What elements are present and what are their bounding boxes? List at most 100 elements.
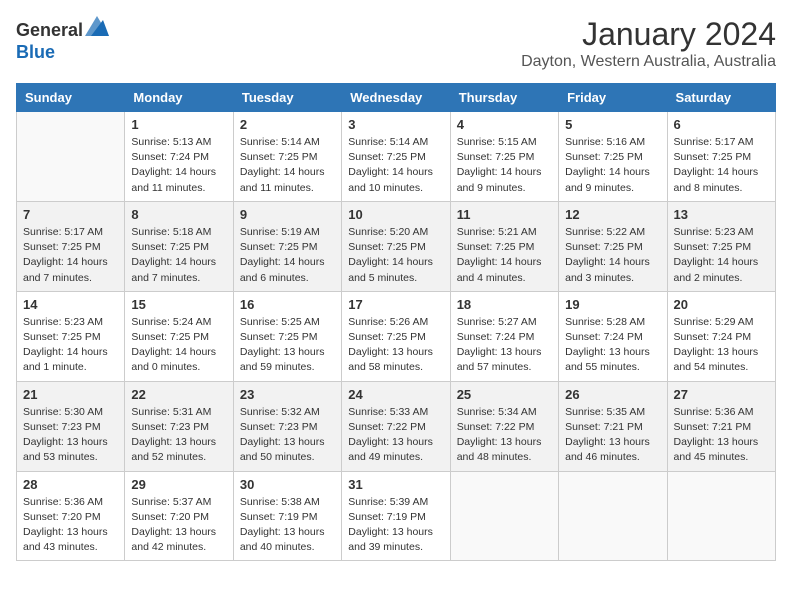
day-number: 9 xyxy=(240,207,335,222)
day-number: 6 xyxy=(674,117,769,132)
page-header: General Blue January 2024 Dayton, Wester… xyxy=(16,16,776,71)
calendar-day-cell: 31 Sunrise: 5:39 AMSunset: 7:19 PMDayligh… xyxy=(342,471,450,561)
day-number: 22 xyxy=(131,387,226,402)
day-number: 1 xyxy=(131,117,226,132)
day-number: 27 xyxy=(674,387,769,402)
day-info: Sunrise: 5:37 AMSunset: 7:20 PMDaylight:… xyxy=(131,495,226,556)
day-number: 24 xyxy=(348,387,443,402)
day-info: Sunrise: 5:38 AMSunset: 7:19 PMDaylight:… xyxy=(240,495,335,556)
weekday-header: Wednesday xyxy=(342,84,450,112)
calendar-day-cell: 15 Sunrise: 5:24 AMSunset: 7:25 PMDayligh… xyxy=(125,291,233,381)
calendar-day-cell: 13 Sunrise: 5:23 AMSunset: 7:25 PMDayligh… xyxy=(667,201,775,291)
weekday-header: Thursday xyxy=(450,84,558,112)
weekday-header: Tuesday xyxy=(233,84,341,112)
day-info: Sunrise: 5:33 AMSunset: 7:22 PMDaylight:… xyxy=(348,405,443,466)
day-info: Sunrise: 5:29 AMSunset: 7:24 PMDaylight:… xyxy=(674,315,769,376)
calendar-day-cell: 19 Sunrise: 5:28 AMSunset: 7:24 PMDayligh… xyxy=(559,291,667,381)
calendar-day-cell: 30 Sunrise: 5:38 AMSunset: 7:19 PMDayligh… xyxy=(233,471,341,561)
day-number: 8 xyxy=(131,207,226,222)
day-number: 20 xyxy=(674,297,769,312)
day-info: Sunrise: 5:23 AMSunset: 7:25 PMDaylight:… xyxy=(23,315,118,376)
calendar-day-cell: 3 Sunrise: 5:14 AMSunset: 7:25 PMDaylight… xyxy=(342,112,450,202)
day-info: Sunrise: 5:17 AMSunset: 7:25 PMDaylight:… xyxy=(674,135,769,196)
day-info: Sunrise: 5:30 AMSunset: 7:23 PMDaylight:… xyxy=(23,405,118,466)
calendar-day-cell: 26 Sunrise: 5:35 AMSunset: 7:21 PMDayligh… xyxy=(559,381,667,471)
calendar-day-cell: 23Sunrise: 5:32 AMSunset: 7:23 PMDayligh… xyxy=(233,381,341,471)
location-title: Dayton, Western Australia, Australia xyxy=(521,53,776,71)
calendar-day-cell: 29 Sunrise: 5:37 AMSunset: 7:20 PMDayligh… xyxy=(125,471,233,561)
day-number: 16 xyxy=(240,297,335,312)
calendar-day-cell: 7Sunrise: 5:17 AMSunset: 7:25 PMDaylight… xyxy=(17,201,125,291)
weekday-header: Sunday xyxy=(17,84,125,112)
day-info: Sunrise: 5:28 AMSunset: 7:24 PMDaylight:… xyxy=(565,315,660,376)
day-info: Sunrise: 5:36 AMSunset: 7:20 PMDaylight:… xyxy=(23,495,118,556)
calendar-day-cell: 6 Sunrise: 5:17 AMSunset: 7:25 PMDaylight… xyxy=(667,112,775,202)
day-info: Sunrise: 5:27 AMSunset: 7:24 PMDaylight:… xyxy=(457,315,552,376)
calendar-day-cell: 27Sunrise: 5:36 AMSunset: 7:21 PMDayligh… xyxy=(667,381,775,471)
day-number: 11 xyxy=(457,207,552,222)
calendar-day-cell: 18Sunrise: 5:27 AMSunset: 7:24 PMDayligh… xyxy=(450,291,558,381)
day-number: 14 xyxy=(23,297,118,312)
day-number: 17 xyxy=(348,297,443,312)
calendar-day-cell: 14 Sunrise: 5:23 AMSunset: 7:25 PMDayligh… xyxy=(17,291,125,381)
day-number: 15 xyxy=(131,297,226,312)
day-number: 12 xyxy=(565,207,660,222)
day-info: Sunrise: 5:13 AMSunset: 7:24 PMDaylight:… xyxy=(131,135,226,196)
day-number: 10 xyxy=(348,207,443,222)
day-number: 31 xyxy=(348,477,443,492)
day-info: Sunrise: 5:16 AMSunset: 7:25 PMDaylight:… xyxy=(565,135,660,196)
logo-blue: Blue xyxy=(16,42,55,62)
calendar-day-cell: 25 Sunrise: 5:34 AMSunset: 7:22 PMDayligh… xyxy=(450,381,558,471)
day-info: Sunrise: 5:31 AMSunset: 7:23 PMDaylight:… xyxy=(131,405,226,466)
weekday-header: Friday xyxy=(559,84,667,112)
day-number: 13 xyxy=(674,207,769,222)
calendar-day-cell: 24 Sunrise: 5:33 AMSunset: 7:22 PMDayligh… xyxy=(342,381,450,471)
day-info: Sunrise: 5:20 AMSunset: 7:25 PMDaylight:… xyxy=(348,225,443,286)
logo: General Blue xyxy=(16,16,109,63)
day-number: 30 xyxy=(240,477,335,492)
calendar-day-cell: 17 Sunrise: 5:26 AMSunset: 7:25 PMDayligh… xyxy=(342,291,450,381)
calendar-week-row: 1 Sunrise: 5:13 AMSunset: 7:24 PMDaylight… xyxy=(17,112,776,202)
day-info: Sunrise: 5:14 AMSunset: 7:25 PMDaylight:… xyxy=(348,135,443,196)
day-number: 3 xyxy=(348,117,443,132)
day-info: Sunrise: 5:25 AMSunset: 7:25 PMDaylight:… xyxy=(240,315,335,376)
logo-icon xyxy=(85,16,109,36)
day-info: Sunrise: 5:23 AMSunset: 7:25 PMDaylight:… xyxy=(674,225,769,286)
calendar-day-cell xyxy=(450,471,558,561)
calendar-week-row: 7Sunrise: 5:17 AMSunset: 7:25 PMDaylight… xyxy=(17,201,776,291)
day-number: 2 xyxy=(240,117,335,132)
calendar-day-cell: 20 Sunrise: 5:29 AMSunset: 7:24 PMDayligh… xyxy=(667,291,775,381)
calendar-header-row: SundayMondayTuesdayWednesdayThursdayFrid… xyxy=(17,84,776,112)
calendar-day-cell: 12 Sunrise: 5:22 AMSunset: 7:25 PMDayligh… xyxy=(559,201,667,291)
day-number: 21 xyxy=(23,387,118,402)
day-info: Sunrise: 5:22 AMSunset: 7:25 PMDaylight:… xyxy=(565,225,660,286)
day-number: 26 xyxy=(565,387,660,402)
day-info: Sunrise: 5:17 AMSunset: 7:25 PMDaylight:… xyxy=(23,225,118,286)
calendar-day-cell: 8Sunrise: 5:18 AMSunset: 7:25 PMDaylight… xyxy=(125,201,233,291)
calendar-week-row: 21 Sunrise: 5:30 AMSunset: 7:23 PMDayligh… xyxy=(17,381,776,471)
day-number: 19 xyxy=(565,297,660,312)
day-info: Sunrise: 5:15 AMSunset: 7:25 PMDaylight:… xyxy=(457,135,552,196)
calendar-day-cell: 16 Sunrise: 5:25 AMSunset: 7:25 PMDayligh… xyxy=(233,291,341,381)
calendar-day-cell: 9 Sunrise: 5:19 AMSunset: 7:25 PMDaylight… xyxy=(233,201,341,291)
day-number: 5 xyxy=(565,117,660,132)
day-info: Sunrise: 5:26 AMSunset: 7:25 PMDaylight:… xyxy=(348,315,443,376)
weekday-header: Saturday xyxy=(667,84,775,112)
day-info: Sunrise: 5:35 AMSunset: 7:21 PMDaylight:… xyxy=(565,405,660,466)
calendar-day-cell xyxy=(559,471,667,561)
day-info: Sunrise: 5:14 AMSunset: 7:25 PMDaylight:… xyxy=(240,135,335,196)
day-number: 23 xyxy=(240,387,335,402)
day-number: 29 xyxy=(131,477,226,492)
calendar-week-row: 14 Sunrise: 5:23 AMSunset: 7:25 PMDayligh… xyxy=(17,291,776,381)
day-info: Sunrise: 5:19 AMSunset: 7:25 PMDaylight:… xyxy=(240,225,335,286)
calendar-day-cell: 10 Sunrise: 5:20 AMSunset: 7:25 PMDayligh… xyxy=(342,201,450,291)
month-title: January 2024 xyxy=(521,16,776,53)
day-number: 28 xyxy=(23,477,118,492)
day-info: Sunrise: 5:34 AMSunset: 7:22 PMDaylight:… xyxy=(457,405,552,466)
day-info: Sunrise: 5:24 AMSunset: 7:25 PMDaylight:… xyxy=(131,315,226,376)
day-info: Sunrise: 5:39 AMSunset: 7:19 PMDaylight:… xyxy=(348,495,443,556)
calendar-day-cell: 22 Sunrise: 5:31 AMSunset: 7:23 PMDayligh… xyxy=(125,381,233,471)
calendar-day-cell: 2 Sunrise: 5:14 AMSunset: 7:25 PMDaylight… xyxy=(233,112,341,202)
day-number: 25 xyxy=(457,387,552,402)
calendar-week-row: 28 Sunrise: 5:36 AMSunset: 7:20 PMDayligh… xyxy=(17,471,776,561)
